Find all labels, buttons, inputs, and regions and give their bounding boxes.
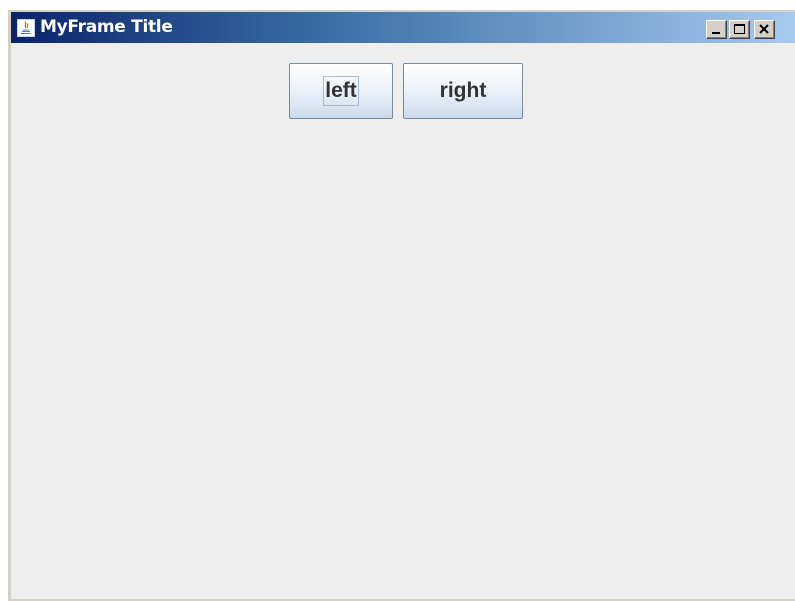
title-bar[interactable]: MyFrame Title	[11, 12, 795, 43]
java-coffee-cup-icon[interactable]	[17, 19, 35, 37]
window-title: MyFrame Title	[40, 17, 173, 37]
minimize-button[interactable]	[706, 20, 727, 39]
left-button[interactable]: left	[289, 63, 393, 119]
close-button[interactable]	[754, 20, 775, 39]
right-button[interactable]: right	[403, 63, 523, 119]
close-icon	[759, 24, 769, 34]
maximize-icon	[734, 24, 745, 34]
minimize-icon	[712, 32, 720, 34]
maximize-button[interactable]	[729, 20, 750, 39]
app-window: MyFrame Title left right	[8, 10, 795, 601]
right-button-label: right	[439, 79, 487, 102]
left-button-label: left	[323, 76, 359, 106]
content-pane: left right	[11, 43, 795, 599]
